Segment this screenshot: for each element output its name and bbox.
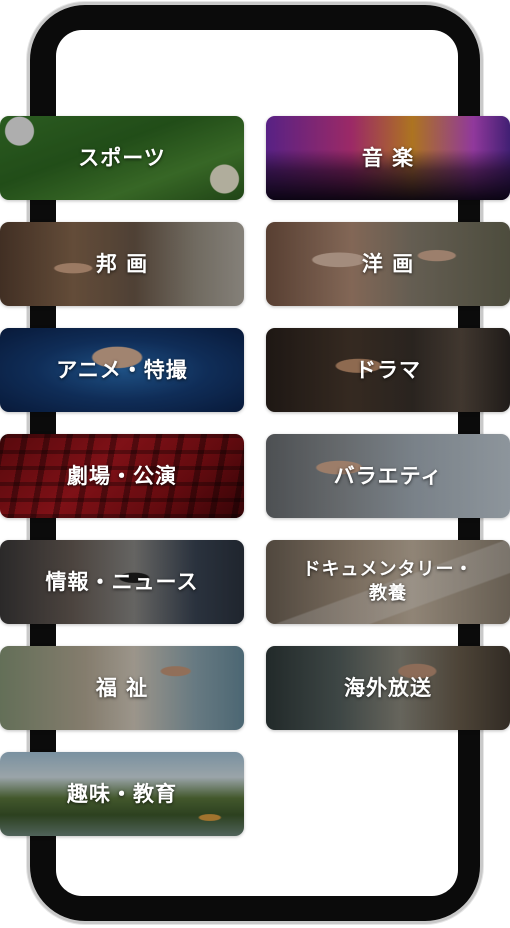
category-anime[interactable]: アニメ・特撮: [0, 328, 244, 412]
category-label: 音 楽: [361, 145, 415, 170]
category-label: 劇場・公演: [67, 463, 177, 488]
category-drama[interactable]: ドラマ: [266, 328, 510, 412]
category-label: 情報・ニュース: [45, 569, 199, 594]
category-japanese-movies[interactable]: 邦 画: [0, 222, 244, 306]
category-theater[interactable]: 劇場・公演: [0, 434, 244, 518]
category-variety[interactable]: バラエティ: [266, 434, 510, 518]
category-overseas[interactable]: 海外放送: [266, 646, 510, 730]
category-label: 趣味・教育: [67, 781, 177, 806]
category-label: 邦 画: [95, 251, 149, 276]
category-label: 海外放送: [344, 675, 432, 700]
category-label: アニメ・特撮: [56, 357, 188, 382]
category-welfare[interactable]: 福 祉: [0, 646, 244, 730]
category-label: ドラマ: [355, 357, 421, 382]
category-documentary[interactable]: ドキュメンタリー・ 教養: [266, 540, 510, 624]
category-hobby-education[interactable]: 趣味・教育: [0, 752, 244, 836]
category-label: 洋 画: [361, 251, 415, 276]
category-label: バラエティ: [333, 463, 443, 488]
category-music[interactable]: 音 楽: [266, 116, 510, 200]
category-foreign-movies[interactable]: 洋 画: [266, 222, 510, 306]
category-label: スポーツ: [78, 145, 166, 170]
category-sports[interactable]: スポーツ: [0, 116, 244, 200]
category-news[interactable]: 情報・ニュース: [0, 540, 244, 624]
category-label: 福 祉: [95, 675, 149, 700]
category-label: ドキュメンタリー・ 教養: [302, 558, 474, 604]
